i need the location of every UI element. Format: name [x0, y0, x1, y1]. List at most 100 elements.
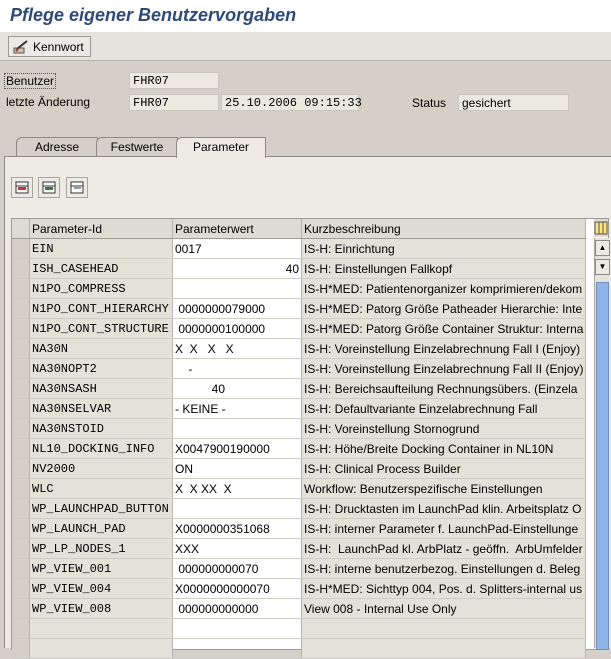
scrollbar-thumb[interactable] [596, 282, 609, 650]
column-header-parameter-id[interactable]: Parameter-Id [29, 219, 173, 239]
parameterwert-cell[interactable]: 0017 [172, 238, 302, 259]
row-selector[interactable] [12, 558, 30, 579]
tab-adresse[interactable]: Adresse [16, 137, 98, 157]
row-selector[interactable] [12, 238, 30, 259]
kurzbeschreibung-cell: IS-H: Voreinstellung Einzelabrechnung Fa… [301, 338, 587, 359]
header-area: Benutzer FHR07 letzte Änderung FHR07 25.… [0, 62, 611, 140]
parameter-id-cell: NA30NSELVAR [29, 398, 173, 419]
status-label: Status [412, 96, 447, 110]
parameter-id-cell: N1PO_COMPRESS [29, 278, 173, 299]
table-row[interactable]: WP_VIEW_008 000000000000 View 008 - Inter… [12, 598, 587, 619]
table-row[interactable]: ISH_CASEHEAD 40 IS-H: Einstellungen Fallko… [12, 258, 587, 279]
table-row[interactable]: WP_VIEW_004 X0000000000070 IS-H*MED: Sicht… [12, 578, 587, 599]
parameterwert-cell[interactable]: 40 [172, 378, 302, 399]
row-selector[interactable] [12, 338, 30, 359]
parameterwert-cell[interactable]: X0000000000070 [172, 578, 302, 599]
table-row[interactable]: N1PO_CONT_HIERARCHY 0000000079000 IS-H*ME… [12, 298, 587, 319]
row-selector[interactable] [12, 518, 30, 539]
parameterwert-cell[interactable]: 0000000100000 [172, 318, 302, 339]
table-body: Parameter-Id Parameterwert Kurzbeschreib… [12, 219, 587, 659]
parameterwert-cell[interactable]: XXX [172, 538, 302, 559]
row-selector[interactable] [12, 598, 30, 619]
tab-festwerte[interactable]: Festwerte [96, 137, 178, 157]
row-selector[interactable] [12, 498, 30, 519]
table-row[interactable]: N1PO_COMPRESS IS-H*MED: Patientenorganize… [12, 278, 587, 299]
scroll-up-icon[interactable]: ▲ [595, 240, 610, 256]
row-selector[interactable] [12, 378, 30, 399]
row-selector[interactable] [12, 578, 30, 599]
row-selector[interactable] [12, 418, 30, 439]
row-selector[interactable] [12, 538, 30, 559]
table-row[interactable]: WLC X X XX X Workflow: Benutzerspezifische… [12, 478, 587, 499]
row-selector[interactable] [12, 458, 30, 479]
vertical-scrollbar[interactable]: ▲ ▼ [594, 238, 610, 650]
kurzbeschreibung-cell: Workflow: Benutzerspezifische Einstellun… [301, 478, 587, 499]
scroll-down-icon[interactable]: ▼ [595, 259, 610, 275]
tab-label: Adresse [34, 140, 80, 154]
parameterwert-cell[interactable] [172, 618, 302, 639]
kurzbeschreibung-cell: View 008 - Internal Use Only [301, 598, 587, 619]
row-selector[interactable] [12, 298, 30, 319]
parameterwert-cell[interactable]: - [172, 358, 302, 379]
table-row[interactable]: NL10_DOCKING_INFO X0047900190000 IS-H: Höh… [12, 438, 587, 459]
table-row[interactable]: WP_LAUNCH_PAD X0000000351068 IS-H: interne… [12, 518, 587, 539]
row-selector[interactable] [12, 358, 30, 379]
table-row[interactable]: NA30NSELVAR - KEINE - IS-H: Defaultvariant… [12, 398, 587, 419]
parameter-id-cell: WP_VIEW_004 [29, 578, 173, 599]
parameter-id-cell: NA30NSTOID [29, 418, 173, 439]
table-row[interactable]: NA30N X X X X IS-H: Voreinstellung Einzela… [12, 338, 587, 359]
parameterwert-cell[interactable]: 000000000070 [172, 558, 302, 579]
table-row[interactable]: NA30NSASH 40 IS-H: Bereichsaufteilung Rec… [12, 378, 587, 399]
table-row[interactable] [12, 638, 587, 659]
parameterwert-cell[interactable]: X X XX X [172, 478, 302, 499]
key-pen-icon [13, 39, 28, 53]
table-row[interactable]: NV2000 ON IS-H: Clinical Process Builder [12, 458, 587, 479]
parameterwert-cell[interactable]: X0047900190000 [172, 438, 302, 459]
parameterwert-cell[interactable]: X0000000351068 [172, 518, 302, 539]
table-row[interactable]: WP_LAUNCHPAD_BUTTON IS-H: Drucktasten im … [12, 498, 587, 519]
table-row[interactable]: NA30NOPT2 - IS-H: Voreinstellung Einzelab… [12, 358, 587, 379]
parameterwert-cell[interactable]: 40 [172, 258, 302, 279]
parameterwert-cell[interactable]: ON [172, 458, 302, 479]
parameter-id-cell: NL10_DOCKING_INFO [29, 438, 173, 459]
row-selector[interactable] [12, 438, 30, 459]
table-row[interactable]: WP_LP_NODES_1 XXX IS-H: LaunchPad kl. ArbP… [12, 538, 587, 559]
delete-row-button[interactable] [66, 177, 88, 198]
parameterwert-cell[interactable] [172, 498, 302, 519]
insert-row-button[interactable] [11, 177, 33, 198]
parameterwert-cell[interactable] [172, 638, 302, 659]
parameterwert-cell[interactable]: - KEINE - [172, 398, 302, 419]
tab-parameter[interactable]: Parameter [176, 137, 266, 158]
title-bar: Pflege eigener Benutzervorgaben [0, 0, 611, 33]
row-selector[interactable] [12, 318, 30, 339]
row-selector[interactable] [12, 638, 30, 659]
table-row[interactable]: EIN 0017 IS-H: Einrichtung [12, 238, 587, 259]
delete-row-icon [70, 181, 84, 194]
grid-settings-button[interactable] [594, 219, 608, 237]
row-selector-header[interactable] [12, 219, 30, 239]
column-header-parameterwert[interactable]: Parameterwert [172, 219, 302, 239]
parameterwert-cell[interactable]: 0000000079000 [172, 298, 302, 319]
table-row[interactable]: NA30NSTOID IS-H: Voreinstellung Stornogru… [12, 418, 587, 439]
table-row[interactable] [12, 618, 587, 639]
row-selector[interactable] [12, 278, 30, 299]
parameterwert-cell[interactable]: 000000000000 [172, 598, 302, 619]
kennwort-button[interactable]: Kennwort [8, 36, 91, 57]
row-selector[interactable] [12, 258, 30, 279]
parameter-id-cell: ISH_CASEHEAD [29, 258, 173, 279]
row-selector[interactable] [12, 618, 30, 639]
row-selector[interactable] [12, 398, 30, 419]
parameter-id-cell: NA30N [29, 338, 173, 359]
parameterwert-cell[interactable] [172, 278, 302, 299]
parameter-id-cell: WLC [29, 478, 173, 499]
parameter-panel: Parameter-Id Parameterwert Kurzbeschreib… [4, 156, 611, 659]
append-row-button[interactable] [38, 177, 60, 198]
parameterwert-cell[interactable]: X X X X [172, 338, 302, 359]
row-selector[interactable] [12, 478, 30, 499]
parameter-id-cell [29, 618, 173, 639]
layout-grid-icon [594, 221, 608, 235]
column-header-kurzbeschreibung[interactable]: Kurzbeschreibung [301, 219, 587, 239]
parameterwert-cell[interactable] [172, 418, 302, 439]
table-row[interactable]: WP_VIEW_001 000000000070 IS-H: interne be… [12, 558, 587, 579]
table-row[interactable]: N1PO_CONT_STRUCTURE 0000000100000 IS-H*ME… [12, 318, 587, 339]
